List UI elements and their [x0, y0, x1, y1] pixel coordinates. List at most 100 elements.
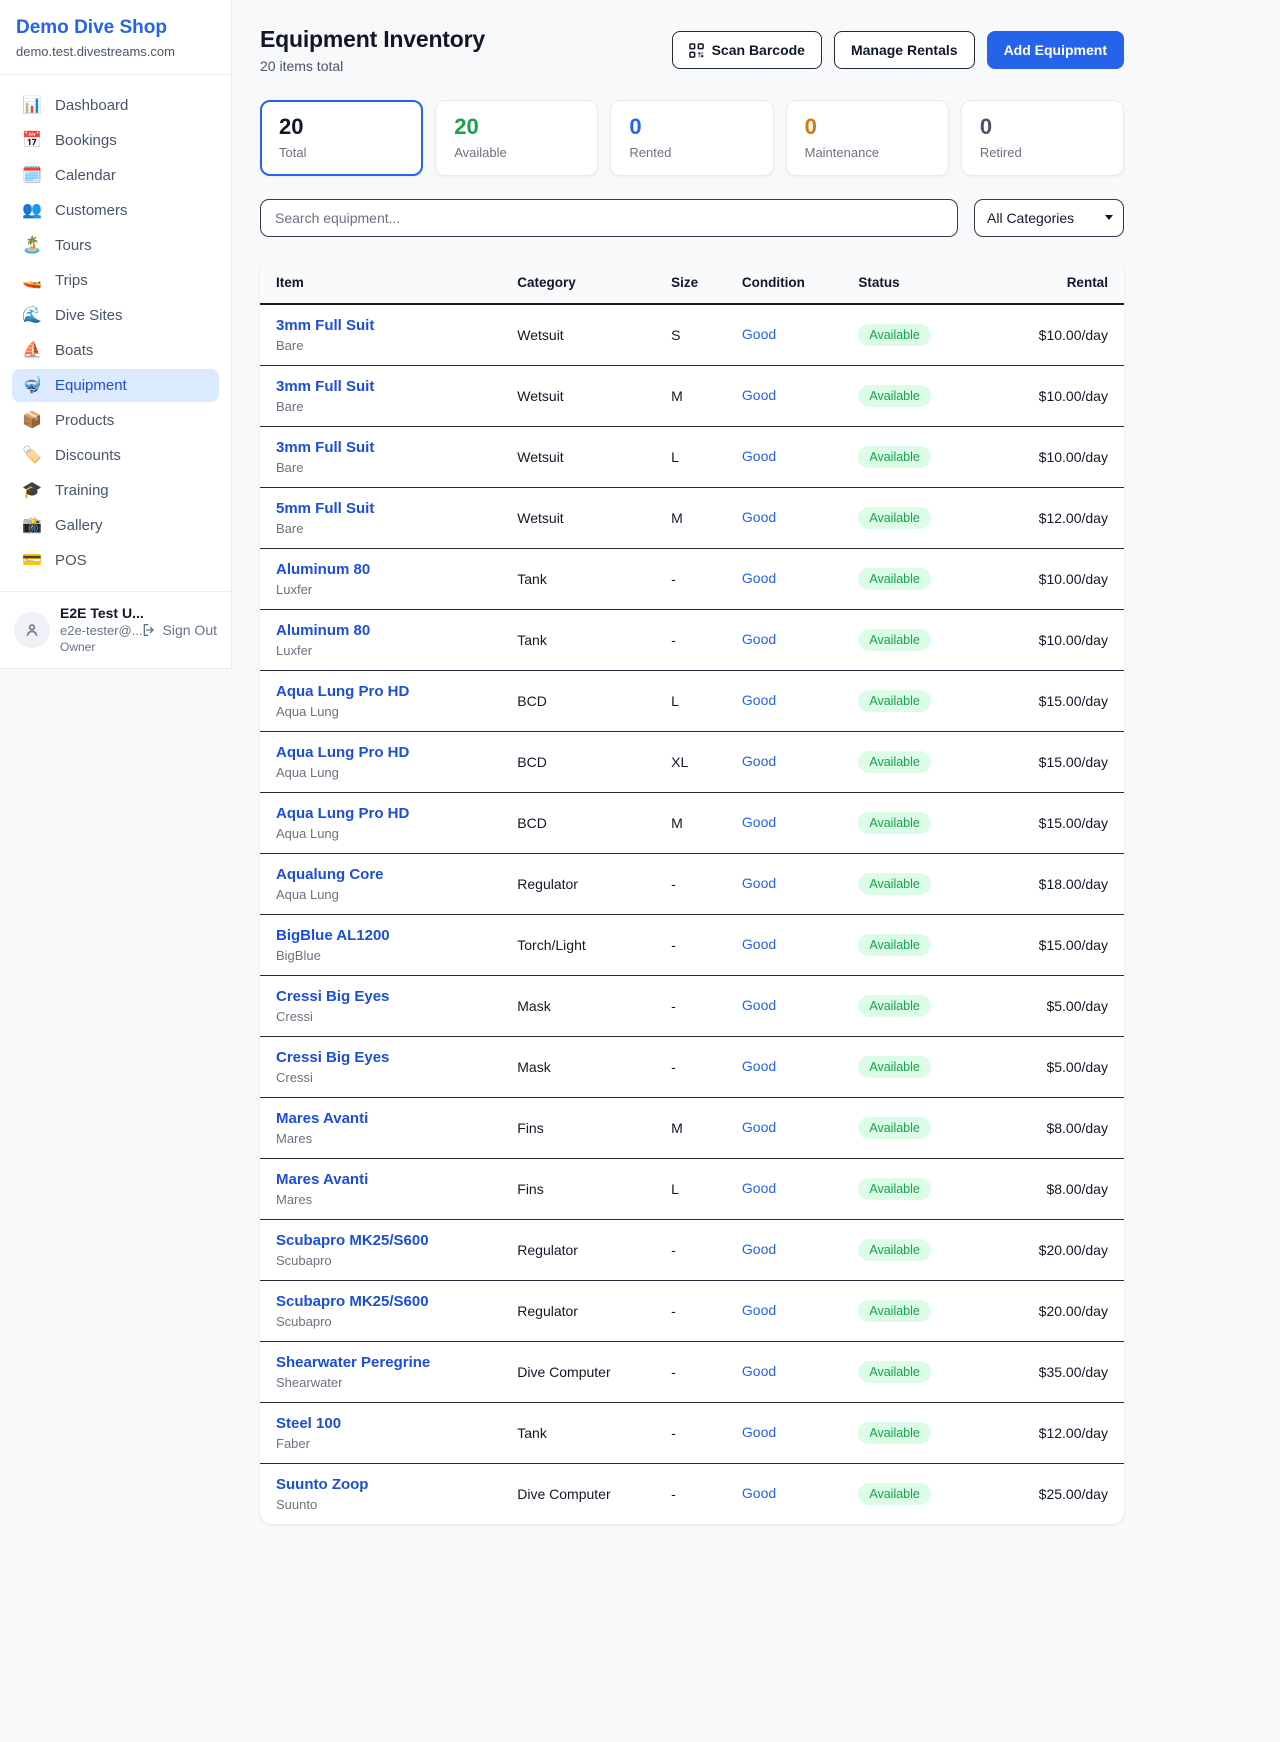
sidebar-nav-item[interactable]: 🏷️ Discounts — [12, 439, 219, 472]
item-name-link[interactable]: Aluminum 80 — [276, 622, 517, 639]
brand-link[interactable]: Demo Dive Shop — [16, 17, 215, 39]
sidebar-nav-item[interactable]: 📊 Dashboard — [12, 89, 219, 122]
condition-link[interactable]: Good — [742, 326, 776, 342]
item-name-link[interactable]: Aqualung Core — [276, 866, 517, 883]
sidebar-nav-item[interactable]: 👥 Customers — [12, 194, 219, 227]
condition-link[interactable]: Good — [742, 1119, 776, 1135]
item-name-link[interactable]: Shearwater Peregrine — [276, 1354, 517, 1371]
condition-link[interactable]: Good — [742, 1058, 776, 1074]
size-cell: M — [671, 815, 742, 831]
stat-card[interactable]: 20 Available — [435, 100, 598, 176]
condition-link[interactable]: Good — [742, 692, 776, 708]
qr-grid-icon — [689, 43, 704, 58]
stat-value: 0 — [980, 114, 1105, 140]
condition-link[interactable]: Good — [742, 1241, 776, 1257]
item-name-link[interactable]: BigBlue AL1200 — [276, 927, 517, 944]
status-cell: Available — [858, 629, 1020, 651]
bar-chart-icon: 📊 — [22, 98, 42, 114]
sidebar-nav-item[interactable]: 🗓️ Calendar — [12, 159, 219, 192]
sidebar-nav-item[interactable]: 📅 Bookings — [12, 124, 219, 157]
sidebar-nav-item[interactable]: 🎓 Training — [12, 474, 219, 507]
item-cell: Mares Avanti Mares — [276, 1171, 517, 1207]
condition-link[interactable]: Good — [742, 753, 776, 769]
sidebar-nav-item[interactable]: 🌊 Dive Sites — [12, 299, 219, 332]
sidebar-nav-item[interactable]: 🤿 Equipment — [12, 369, 219, 402]
sidebar-nav-item[interactable]: 🏝️ Tours — [12, 229, 219, 262]
sailboat-icon: ⛵ — [22, 343, 42, 359]
item-name-link[interactable]: Aqua Lung Pro HD — [276, 744, 517, 761]
condition-link[interactable]: Good — [742, 1180, 776, 1196]
category-select[interactable]: All Categories — [974, 199, 1124, 237]
search-input[interactable] — [260, 199, 958, 237]
stat-label: Rented — [629, 145, 754, 160]
item-name-link[interactable]: Aqua Lung Pro HD — [276, 805, 517, 822]
item-brand: Luxfer — [276, 582, 517, 597]
stat-card[interactable]: 0 Maintenance — [786, 100, 949, 176]
header-actions: Scan Barcode Manage Rentals Add Equipmen… — [672, 31, 1124, 69]
camera-icon: 📸 — [22, 518, 42, 534]
condition-link[interactable]: Good — [742, 1485, 776, 1501]
item-name-link[interactable]: 3mm Full Suit — [276, 317, 517, 334]
scan-barcode-button[interactable]: Scan Barcode — [672, 31, 822, 69]
item-name-link[interactable]: Mares Avanti — [276, 1171, 517, 1188]
sidebar-nav-item[interactable]: 💳 POS — [12, 544, 219, 577]
sidebar-nav-item[interactable]: ⛵ Boats — [12, 334, 219, 367]
condition-link[interactable]: Good — [742, 509, 776, 525]
stat-card[interactable]: 20 Total — [260, 100, 423, 176]
condition-link[interactable]: Good — [742, 875, 776, 891]
island-icon: 🏝️ — [22, 238, 42, 254]
item-brand: Aqua Lung — [276, 887, 517, 902]
item-name-link[interactable]: Cressi Big Eyes — [276, 988, 517, 1005]
status-cell: Available — [858, 751, 1020, 773]
item-name-link[interactable]: Steel 100 — [276, 1415, 517, 1432]
condition-link[interactable]: Good — [742, 631, 776, 647]
size-cell: L — [671, 449, 742, 465]
manage-rentals-button[interactable]: Manage Rentals — [834, 31, 975, 69]
status-badge: Available — [858, 568, 931, 590]
condition-link[interactable]: Good — [742, 997, 776, 1013]
item-brand: Aqua Lung — [276, 765, 517, 780]
rental-cell: $20.00/day — [1021, 1242, 1108, 1258]
item-name-link[interactable]: Scubapro MK25/S600 — [276, 1232, 517, 1249]
item-name-link[interactable]: 3mm Full Suit — [276, 439, 517, 456]
condition-link[interactable]: Good — [742, 814, 776, 830]
sidebar-nav-item[interactable]: 📸 Gallery — [12, 509, 219, 542]
item-name-link[interactable]: Aqua Lung Pro HD — [276, 683, 517, 700]
category-cell: Dive Computer — [517, 1364, 671, 1380]
item-name-link[interactable]: Scubapro MK25/S600 — [276, 1293, 517, 1310]
status-badge: Available — [858, 1483, 931, 1505]
sidebar-nav-item[interactable]: 📦 Products — [12, 404, 219, 437]
table-row: Aluminum 80 Luxfer Tank - Good Available… — [260, 610, 1124, 671]
condition-link[interactable]: Good — [742, 570, 776, 586]
stat-label: Available — [454, 145, 579, 160]
item-cell: Aqua Lung Pro HD Aqua Lung — [276, 744, 517, 780]
condition-link[interactable]: Good — [742, 1424, 776, 1440]
condition-link[interactable]: Good — [742, 448, 776, 464]
table-row: Aqua Lung Pro HD Aqua Lung BCD XL Good A… — [260, 732, 1124, 793]
stat-card[interactable]: 0 Retired — [961, 100, 1124, 176]
item-cell: Aqua Lung Pro HD Aqua Lung — [276, 683, 517, 719]
item-name-link[interactable]: Mares Avanti — [276, 1110, 517, 1127]
item-name-link[interactable]: Suunto Zoop — [276, 1476, 517, 1493]
sidebar-nav-item[interactable]: 🚤 Trips — [12, 264, 219, 297]
condition-link[interactable]: Good — [742, 936, 776, 952]
rental-cell: $15.00/day — [1021, 693, 1108, 709]
item-cell: Cressi Big Eyes Cressi — [276, 988, 517, 1024]
sign-out-button[interactable]: Sign Out — [141, 622, 217, 638]
condition-link[interactable]: Good — [742, 1302, 776, 1318]
condition-link[interactable]: Good — [742, 387, 776, 403]
item-name-link[interactable]: Cressi Big Eyes — [276, 1049, 517, 1066]
status-cell: Available — [858, 507, 1020, 529]
size-cell: - — [671, 1242, 742, 1258]
add-equipment-button[interactable]: Add Equipment — [987, 31, 1124, 69]
item-cell: 3mm Full Suit Bare — [276, 378, 517, 414]
item-name-link[interactable]: 3mm Full Suit — [276, 378, 517, 395]
stat-card[interactable]: 0 Rented — [610, 100, 773, 176]
condition-link[interactable]: Good — [742, 1363, 776, 1379]
item-name-link[interactable]: Aluminum 80 — [276, 561, 517, 578]
size-cell: L — [671, 693, 742, 709]
status-badge: Available — [858, 1361, 931, 1383]
condition-cell: Good — [742, 387, 858, 405]
item-name-link[interactable]: 5mm Full Suit — [276, 500, 517, 517]
item-brand: Mares — [276, 1131, 517, 1146]
